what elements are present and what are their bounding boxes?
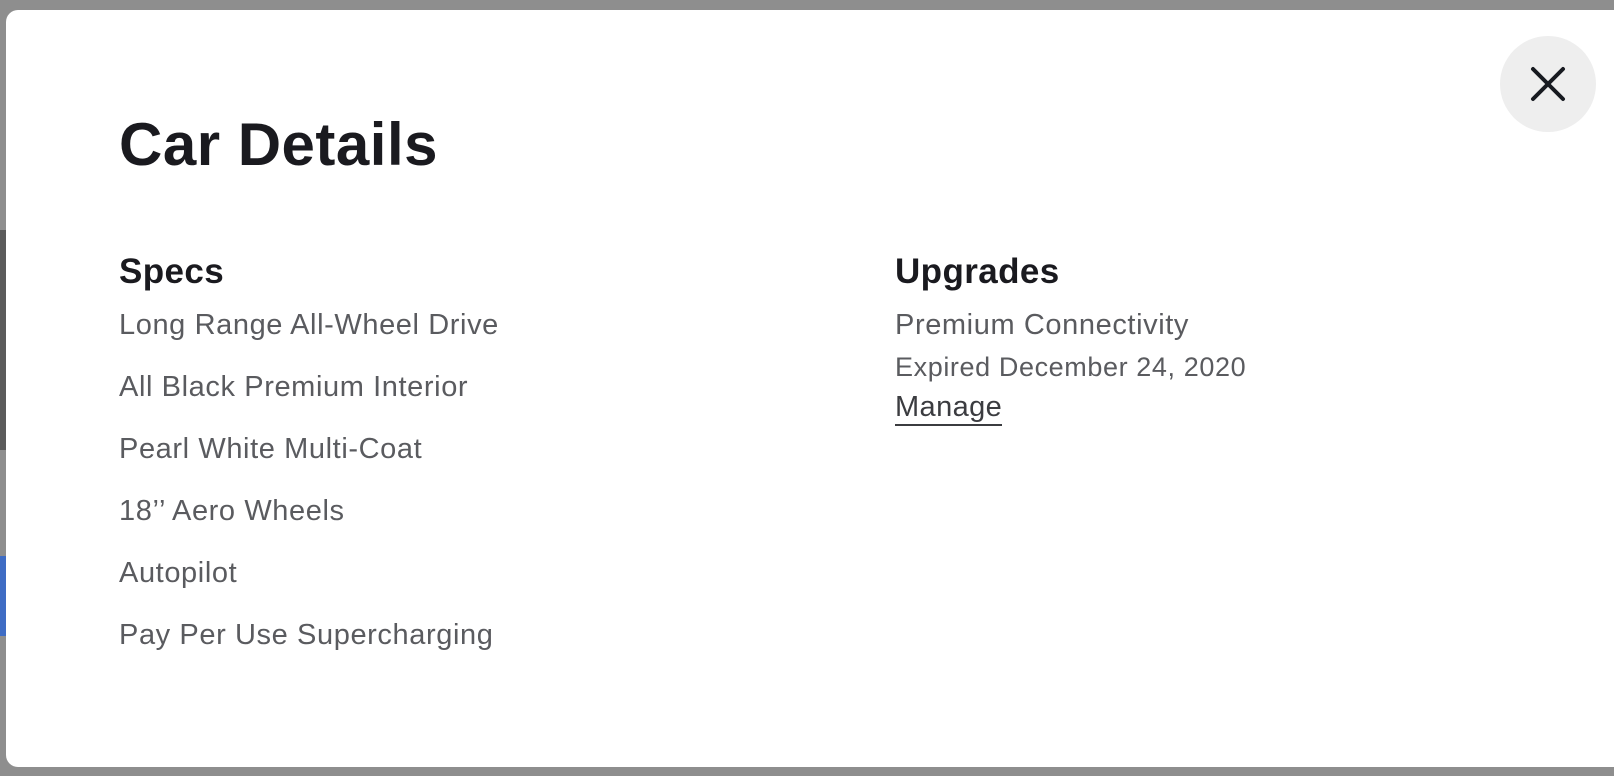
specs-heading: Specs	[119, 252, 225, 291]
upgrades-heading: Upgrades	[895, 252, 1060, 291]
manage-link[interactable]: Manage	[895, 390, 1003, 426]
upgrade-item: Premium Connectivity Expired December 24…	[895, 308, 1246, 426]
close-icon	[1531, 67, 1565, 101]
upgrade-name: Premium Connectivity	[895, 309, 1190, 341]
spec-item: All Black Premium Interior	[119, 371, 469, 403]
spec-item: Autopilot	[119, 557, 238, 589]
spec-item: Pearl White Multi-Coat	[119, 433, 423, 465]
car-details-modal: Car Details Specs Long Range All-Wheel D…	[6, 10, 1614, 767]
spec-item: Long Range All-Wheel Drive	[119, 309, 499, 341]
modal-title: Car Details	[119, 111, 438, 178]
specs-list: Long Range All-Wheel Drive All Black Pre…	[119, 308, 499, 680]
upgrades-section: Upgrades Premium Connectivity Expired De…	[895, 248, 1246, 426]
specs-section: Specs Long Range All-Wheel Drive All Bla…	[119, 248, 499, 680]
upgrade-status: Expired December 24, 2020	[895, 352, 1247, 382]
spec-item: Pay Per Use Supercharging	[119, 619, 494, 651]
spec-item: 18’’ Aero Wheels	[119, 495, 345, 527]
close-button[interactable]	[1500, 36, 1596, 132]
